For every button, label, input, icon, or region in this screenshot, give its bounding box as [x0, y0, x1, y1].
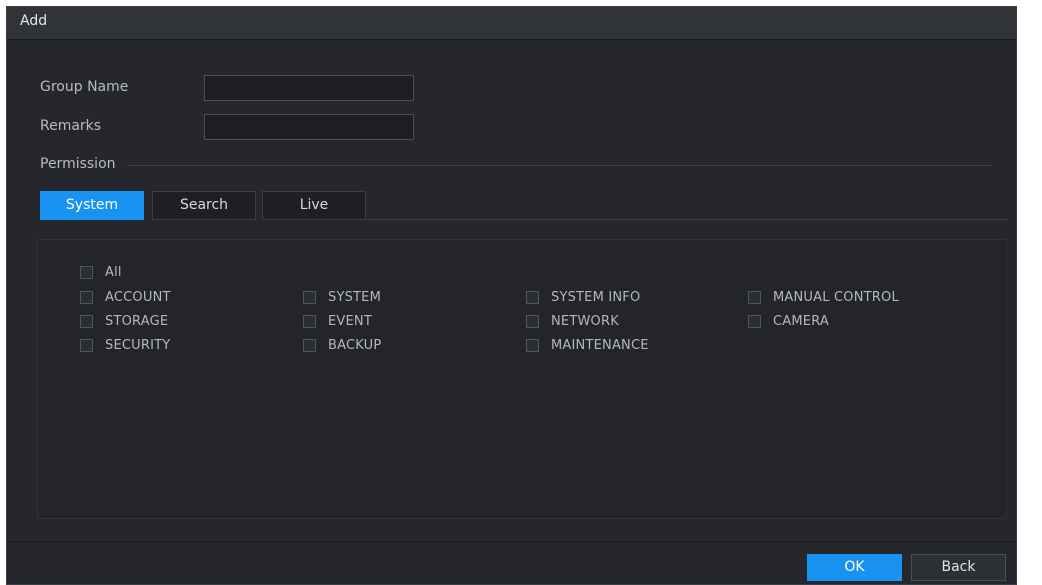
checkbox-camera[interactable]: CAMERA — [748, 314, 829, 329]
back-button[interactable]: Back — [911, 554, 1006, 581]
footer-divider — [7, 541, 1016, 542]
checkbox-box[interactable] — [303, 315, 316, 328]
checkbox-box[interactable] — [303, 339, 316, 352]
tab-strip-divider — [367, 219, 1007, 220]
checkbox-security[interactable]: SECURITY — [80, 338, 170, 353]
tab-search[interactable]: Search — [152, 191, 256, 220]
checkbox-label: All — [105, 265, 122, 280]
group-name-input[interactable] — [204, 75, 414, 101]
checkbox-box[interactable] — [80, 291, 93, 304]
checkbox-label: SYSTEM INFO — [551, 290, 641, 305]
checkbox-box[interactable] — [526, 291, 539, 304]
checkbox-label: SYSTEM — [328, 290, 382, 305]
permission-label: Permission — [40, 156, 116, 172]
checkbox-maintenance[interactable]: MAINTENANCE — [526, 338, 649, 353]
checkbox-label: MAINTENANCE — [551, 338, 649, 353]
remarks-label: Remarks — [40, 118, 102, 134]
checkbox-label: SECURITY — [105, 338, 171, 353]
checkbox-system-info[interactable]: SYSTEM INFO — [526, 290, 640, 305]
ok-button[interactable]: OK — [807, 554, 902, 581]
checkbox-system[interactable]: SYSTEM — [303, 290, 381, 305]
add-group-dialog: Add Group Name Remarks Permission System… — [6, 6, 1017, 585]
checkbox-label: STORAGE — [105, 314, 169, 329]
checkbox-event[interactable]: EVENT — [303, 314, 372, 329]
dialog-titlebar: Add — [7, 7, 1016, 40]
checkbox-account[interactable]: ACCOUNT — [80, 290, 171, 305]
checkbox-box[interactable] — [526, 315, 539, 328]
checkbox-box[interactable] — [303, 291, 316, 304]
checkbox-label: NETWORK — [551, 314, 619, 329]
remarks-input[interactable] — [204, 114, 414, 140]
permission-panel: All ACCOUNT SYSTEM SYSTEM INFO MANUAL CO… — [37, 239, 1007, 519]
checkbox-label: ACCOUNT — [105, 290, 171, 305]
checkbox-label: CAMERA — [773, 314, 829, 329]
checkbox-manual-control[interactable]: MANUAL CONTROL — [748, 290, 899, 305]
checkbox-network[interactable]: NETWORK — [526, 314, 619, 329]
checkbox-label: BACKUP — [328, 338, 382, 353]
checkbox-label: EVENT — [328, 314, 372, 329]
checkbox-box[interactable] — [80, 339, 93, 352]
checkbox-box[interactable] — [748, 315, 761, 328]
permission-divider — [127, 165, 992, 166]
checkbox-storage[interactable]: STORAGE — [80, 314, 168, 329]
checkbox-box[interactable] — [80, 266, 93, 279]
dialog-title: Add — [20, 13, 48, 29]
tab-system[interactable]: System — [40, 191, 144, 220]
tab-live[interactable]: Live — [262, 191, 366, 220]
checkbox-backup[interactable]: BACKUP — [303, 338, 381, 353]
checkbox-all[interactable]: All — [80, 265, 122, 280]
group-name-label: Group Name — [40, 79, 129, 95]
checkbox-box[interactable] — [748, 291, 761, 304]
checkbox-box[interactable] — [80, 315, 93, 328]
checkbox-box[interactable] — [526, 339, 539, 352]
checkbox-label: MANUAL CONTROL — [773, 290, 899, 305]
